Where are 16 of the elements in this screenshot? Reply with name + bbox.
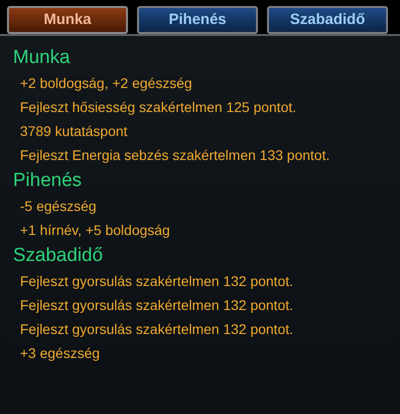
effect-text: Fejleszt hősiesség szakértelmen 125 pontot. (19, 98, 298, 117)
effect-text: Fejleszt gyorsulás szakértelmen 132 pontot. (19, 296, 294, 315)
tab[interactable]: Pihenés (137, 6, 258, 34)
tab[interactable]: Szabadidő (267, 6, 388, 34)
section-heading: Pihenés (13, 169, 83, 193)
tab[interactable]: Munka (7, 6, 128, 34)
effect-text: Fejleszt Energia sebzés szakértelmen 133 pontot. (19, 146, 331, 165)
effect-text: +3 egészség (19, 344, 101, 363)
effect-text: -5 egészség (19, 197, 98, 216)
effect-text: +1 hírnév, +5 boldogság (19, 221, 171, 240)
section-heading: Munka (13, 46, 72, 70)
section-heading: Szabadidő (13, 244, 104, 268)
effect-text: Fejleszt gyorsulás szakértelmen 132 pontot. (19, 272, 294, 291)
effect-text: 3789 kutatáspont (19, 122, 128, 141)
effect-text: +2 boldogság, +2 egészség (19, 74, 194, 93)
effect-text: Fejleszt gyorsulás szakértelmen 132 pontot. (19, 320, 294, 339)
